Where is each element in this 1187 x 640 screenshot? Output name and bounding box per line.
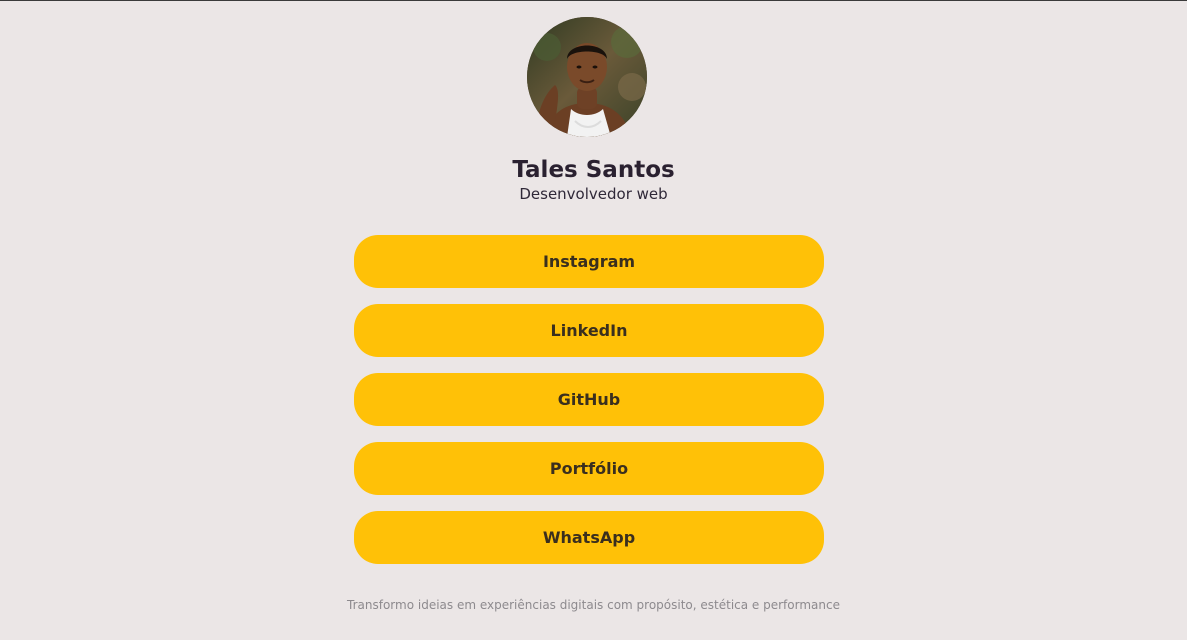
- footer-tagline: Transformo ideias em experiências digita…: [347, 598, 840, 612]
- profile-role: Desenvolvedor web: [519, 185, 668, 203]
- profile-name: Tales Santos: [512, 157, 675, 183]
- github-link-button[interactable]: GitHub: [354, 373, 824, 426]
- profile-page: Tales Santos Desenvolvedor web Instagram…: [0, 0, 1187, 640]
- instagram-link-button[interactable]: Instagram: [354, 235, 824, 288]
- portfolio-link-button[interactable]: Portfólio: [354, 442, 824, 495]
- whatsapp-link-button[interactable]: WhatsApp: [354, 511, 824, 564]
- links-list: Instagram LinkedIn GitHub Portfólio What…: [354, 235, 824, 580]
- avatar: [527, 17, 647, 137]
- avatar-photo-icon: [527, 17, 647, 137]
- linkedin-link-button[interactable]: LinkedIn: [354, 304, 824, 357]
